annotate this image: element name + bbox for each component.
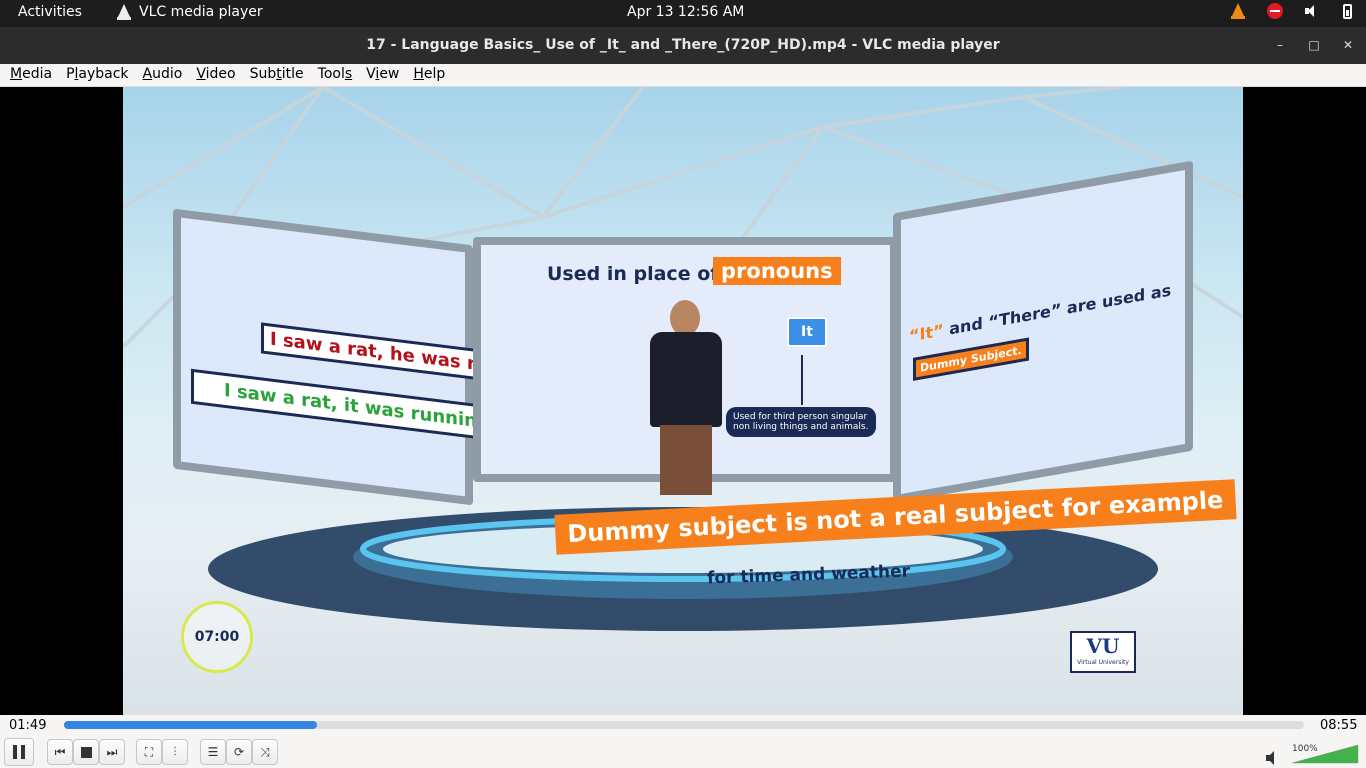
shuffle-icon: ⤨ <box>260 744 270 759</box>
loop-icon: ⟳ <box>233 745 245 759</box>
equalizer-icon: ⫶ <box>173 744 177 759</box>
stop-icon <box>80 746 92 758</box>
presenter <box>646 300 726 495</box>
vu-logo-caption: Virtual University <box>1077 659 1129 666</box>
it-box: It <box>787 317 827 347</box>
usage-note: Used for third person singular non livin… <box>726 407 876 437</box>
menu-playback[interactable]: Playback <box>66 64 128 86</box>
connector-line <box>801 355 803 405</box>
previous-button[interactable]: ⏮ <box>47 739 73 765</box>
do-not-disturb-icon[interactable] <box>1267 3 1283 19</box>
used-in-place-text: Used in place of <box>547 263 719 285</box>
dummy-subject-tag: Dummy Subject. <box>913 337 1029 381</box>
seek-progress <box>64 721 317 729</box>
seek-row: 01:49 08:55 <box>0 715 1366 737</box>
skip-back-icon: ⏮ <box>54 744 66 759</box>
menu-video[interactable]: Video <box>196 64 235 86</box>
app-menu-label: VLC media player <box>139 4 263 20</box>
menu-tools[interactable]: Tools <box>318 64 353 86</box>
used-as-text: and “There” are used as <box>943 280 1172 340</box>
right-screen: “It” and “There” are used as Dummy Subje… <box>893 160 1193 504</box>
skip-forward-icon: ⏭ <box>106 744 118 759</box>
total-time[interactable]: 08:55 <box>1320 718 1357 733</box>
loop-button[interactable]: ⟳ <box>226 739 252 765</box>
app-menu[interactable]: VLC media player <box>117 4 263 20</box>
control-bar: ⏮ ⏭ ⛶ ⫶ ☰ ⟳ ⤨ <box>0 737 1366 768</box>
volume-icon[interactable] <box>1305 3 1321 19</box>
pause-button[interactable] <box>4 738 34 766</box>
vu-logo: VU Virtual University <box>1070 631 1136 673</box>
volume-percent: 100% <box>1292 744 1318 754</box>
clock[interactable]: Apr 13 12:56 AM <box>627 4 744 20</box>
seek-slider[interactable] <box>64 721 1304 729</box>
menu-bar: Media Playback Audio Video Subtitle Tools View… <box>0 64 1366 87</box>
pronouns-highlight: pronouns <box>713 257 841 285</box>
vlc-tray-icon[interactable] <box>1231 3 1245 19</box>
menu-subtitle[interactable]: Subtitle <box>250 64 304 86</box>
video-output[interactable]: I saw a rat, he was running. I saw a rat… <box>0 87 1366 715</box>
window-title-bar[interactable]: 17 - Language Basics_ Use of _It_ and _T… <box>0 27 1366 64</box>
maximize-button[interactable]: □ <box>1304 35 1324 55</box>
activities-button[interactable]: Activities <box>18 4 82 20</box>
playlist-button[interactable]: ☰ <box>200 739 226 765</box>
vlc-cone-icon <box>117 4 131 20</box>
timer-value: 07:00 <box>194 629 240 645</box>
used-as-sentence: “It” and “There” are used as <box>909 280 1171 345</box>
minimize-button[interactable]: – <box>1270 35 1290 55</box>
menu-media[interactable]: Media <box>10 64 52 86</box>
countdown-timer: 07:00 <box>181 601 253 673</box>
left-screen: I saw a rat, he was running. I saw a rat… <box>173 208 562 506</box>
system-top-bar: Activities VLC media player Apr 13 12:56… <box>0 0 1366 27</box>
pause-icon <box>13 745 25 759</box>
mute-speaker-icon <box>1266 751 1274 765</box>
it-quote: “It” <box>909 320 944 346</box>
close-button[interactable]: ✕ <box>1338 35 1358 55</box>
menu-audio[interactable]: Audio <box>143 64 183 86</box>
fullscreen-icon: ⛶ <box>144 744 154 759</box>
stop-button[interactable] <box>73 739 99 765</box>
center-screen: Used in place of pronouns It Used for th… <box>473 237 898 495</box>
shuffle-button[interactable]: ⤨ <box>252 739 278 765</box>
menu-view[interactable]: View <box>366 64 399 86</box>
fullscreen-button[interactable]: ⛶ <box>136 739 162 765</box>
system-tray[interactable] <box>1231 3 1352 19</box>
playlist-icon: ☰ <box>207 745 219 759</box>
video-frame: I saw a rat, he was running. I saw a rat… <box>123 87 1243 715</box>
elapsed-time[interactable]: 01:49 <box>9 718 46 733</box>
menu-help[interactable]: Help <box>413 64 445 86</box>
next-button[interactable]: ⏭ <box>99 739 125 765</box>
extended-settings-button[interactable]: ⫶ <box>162 739 188 765</box>
battery-icon[interactable] <box>1343 3 1352 19</box>
vu-logo-mark: VU <box>1086 634 1120 658</box>
window-title: 17 - Language Basics_ Use of _It_ and _T… <box>366 37 1000 53</box>
